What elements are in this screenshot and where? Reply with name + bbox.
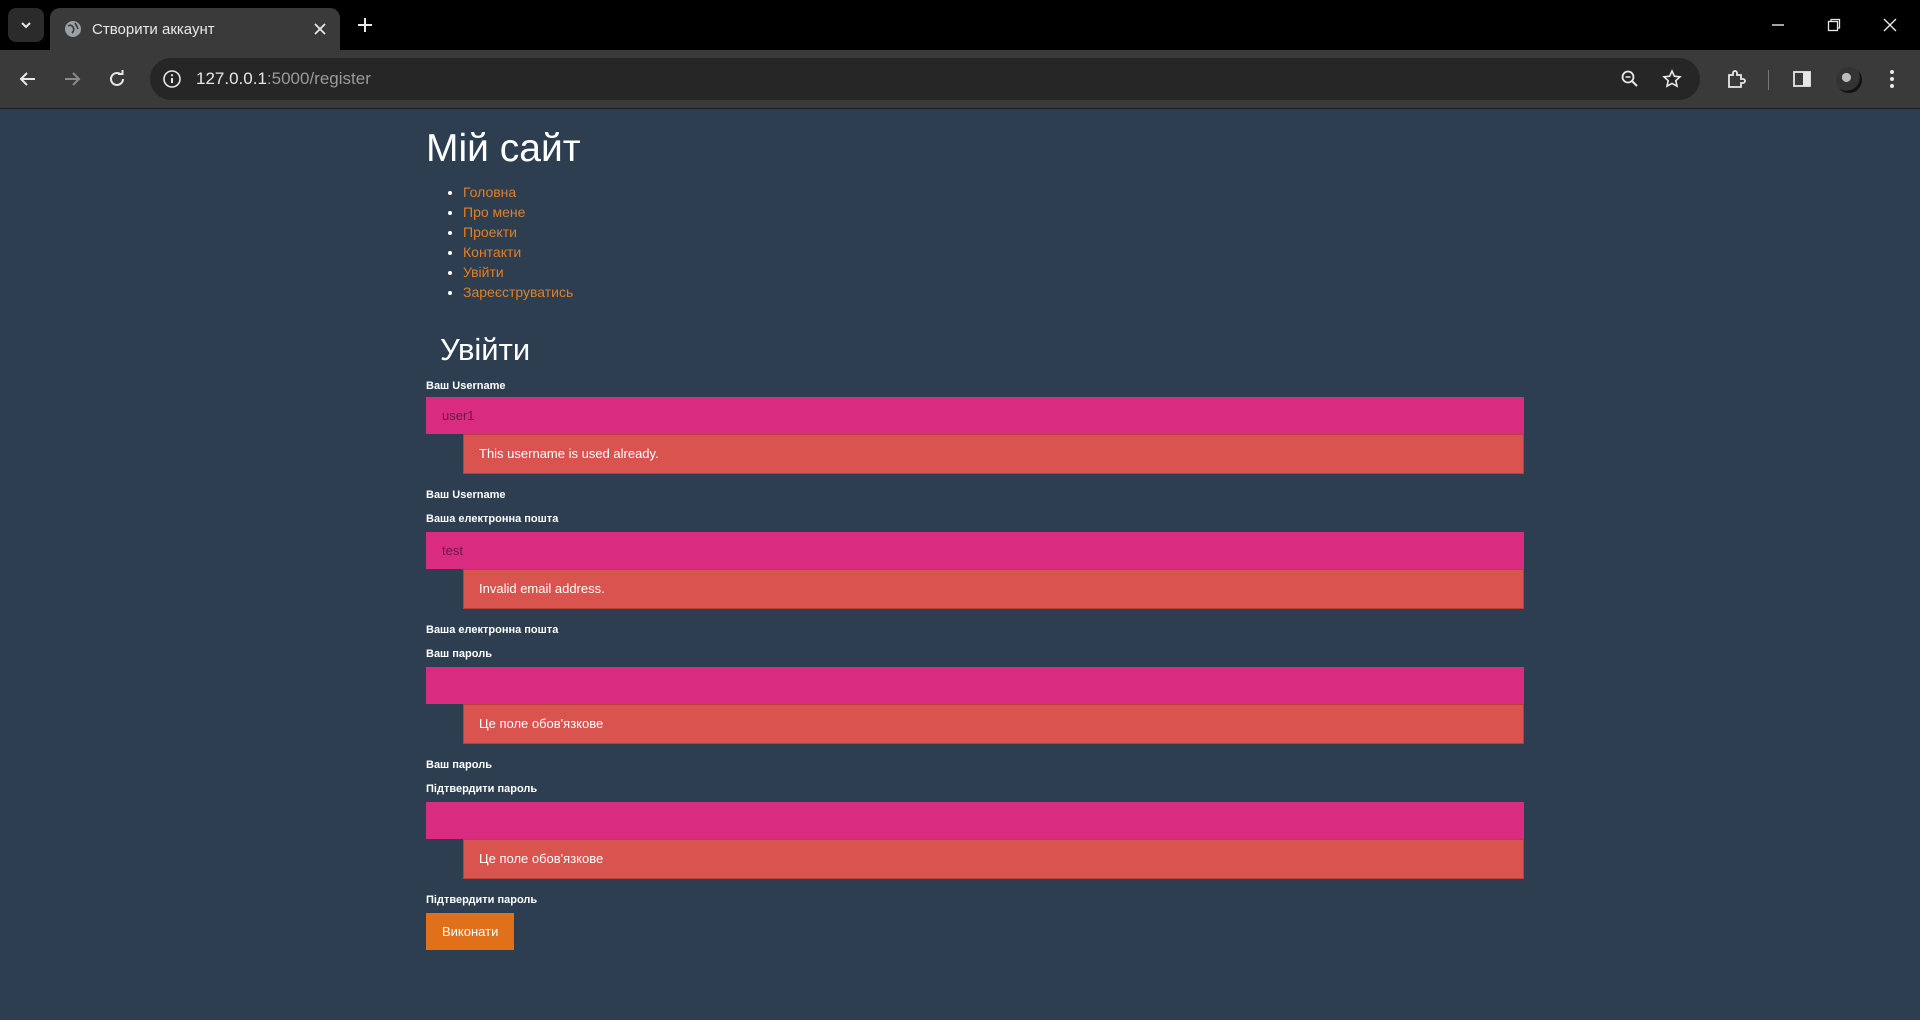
page-viewport: Мій сайт Головна Про мене Проекти Контак… [0,109,1920,1020]
nav-link-projects[interactable]: Проекти [463,224,517,240]
nav-item-register: Зареєструватись [463,282,1524,302]
nav-item-about: Про мене [463,202,1524,222]
nav-item-projects: Проекти [463,222,1524,242]
url-path: :5000/register [266,69,371,88]
arrow-right-icon [65,72,81,86]
password-label: Ваш пароль [426,648,492,660]
tab-search-button[interactable] [8,8,44,42]
confirm-password-input[interactable] [426,802,1524,839]
username-label: Ваш Username [426,380,506,392]
email-label-below: Ваша електронна пошта [426,624,559,636]
email-error: Invalid email address. [463,569,1524,609]
username-error: This username is used already. [463,434,1524,474]
form-title: Увійти [440,332,531,367]
confirm-password-label-below: Підтвердити пароль [426,894,538,906]
extensions-icon[interactable] [1724,67,1748,91]
restore-icon [1827,18,1841,32]
bookmark-star-icon[interactable] [1662,69,1682,89]
username-label-below: Ваш Username [426,489,506,501]
password-label-below: Ваш пароль [426,759,492,771]
nav-item-login: Увійти [463,262,1524,282]
arrow-left-icon [19,72,35,86]
new-tab-button[interactable] [352,12,378,38]
nav-item-home: Головна [463,182,1524,202]
nav-link-register[interactable]: Зареєструватись [463,284,573,300]
confirm-password-label: Підтвердити пароль [426,783,538,795]
nav-link-home[interactable]: Головна [463,184,516,200]
zoom-icon[interactable] [1620,69,1640,89]
toolbar-divider [1768,70,1769,90]
site-title: Мій сайт [426,127,581,170]
profile-avatar[interactable] [1836,67,1862,93]
username-input[interactable]: user1 [426,397,1524,434]
close-tab-icon[interactable] [312,21,328,37]
reload-button[interactable] [103,65,131,93]
browser-tab[interactable]: Створити аккаунт [50,8,340,50]
close-icon [1883,18,1897,32]
plus-icon [358,18,372,32]
confirm-password-error: Це поле обов'язкове [463,839,1524,879]
nav-link-contacts[interactable]: Контакти [463,244,521,260]
nav-link-login[interactable]: Увійти [463,264,504,280]
register-form: Ваш Username user1 This username is used… [426,379,1524,950]
close-window-button[interactable] [1862,0,1918,50]
url-text: 127.0.0.1:5000/register [196,69,371,89]
email-label: Ваша електронна пошта [426,513,559,525]
menu-kebab-icon[interactable] [1880,67,1904,91]
side-panel-icon[interactable] [1790,67,1814,91]
nav-item-contacts: Контакти [463,242,1524,262]
tab-title: Створити аккаунт [92,20,215,38]
reload-icon [110,70,124,86]
browser-tab-bar: Створити аккаунт [0,0,1920,50]
back-button[interactable] [14,65,42,93]
password-error: Це поле обов'язкове [463,704,1524,744]
site-info-icon[interactable] [162,69,182,89]
url-host: 127.0.0.1 [196,69,267,88]
submit-button[interactable]: Виконати [426,913,515,950]
email-input[interactable]: test [426,532,1524,569]
globe-icon [64,20,82,38]
minimize-icon [1772,24,1784,26]
main-nav: Головна Про мене Проекти Контакти Увійти… [426,182,1524,302]
forward-button[interactable] [58,65,86,93]
password-input[interactable] [426,667,1524,704]
minimize-button[interactable] [1750,0,1806,50]
content-container: Мій сайт Головна Про мене Проекти Контак… [426,109,1524,950]
restore-button[interactable] [1806,0,1862,50]
browser-toolbar: 127.0.0.1:5000/register [0,50,1920,109]
nav-link-about[interactable]: Про мене [463,204,525,220]
chevron-down-icon [21,22,31,29]
address-bar[interactable]: 127.0.0.1:5000/register [150,58,1700,100]
